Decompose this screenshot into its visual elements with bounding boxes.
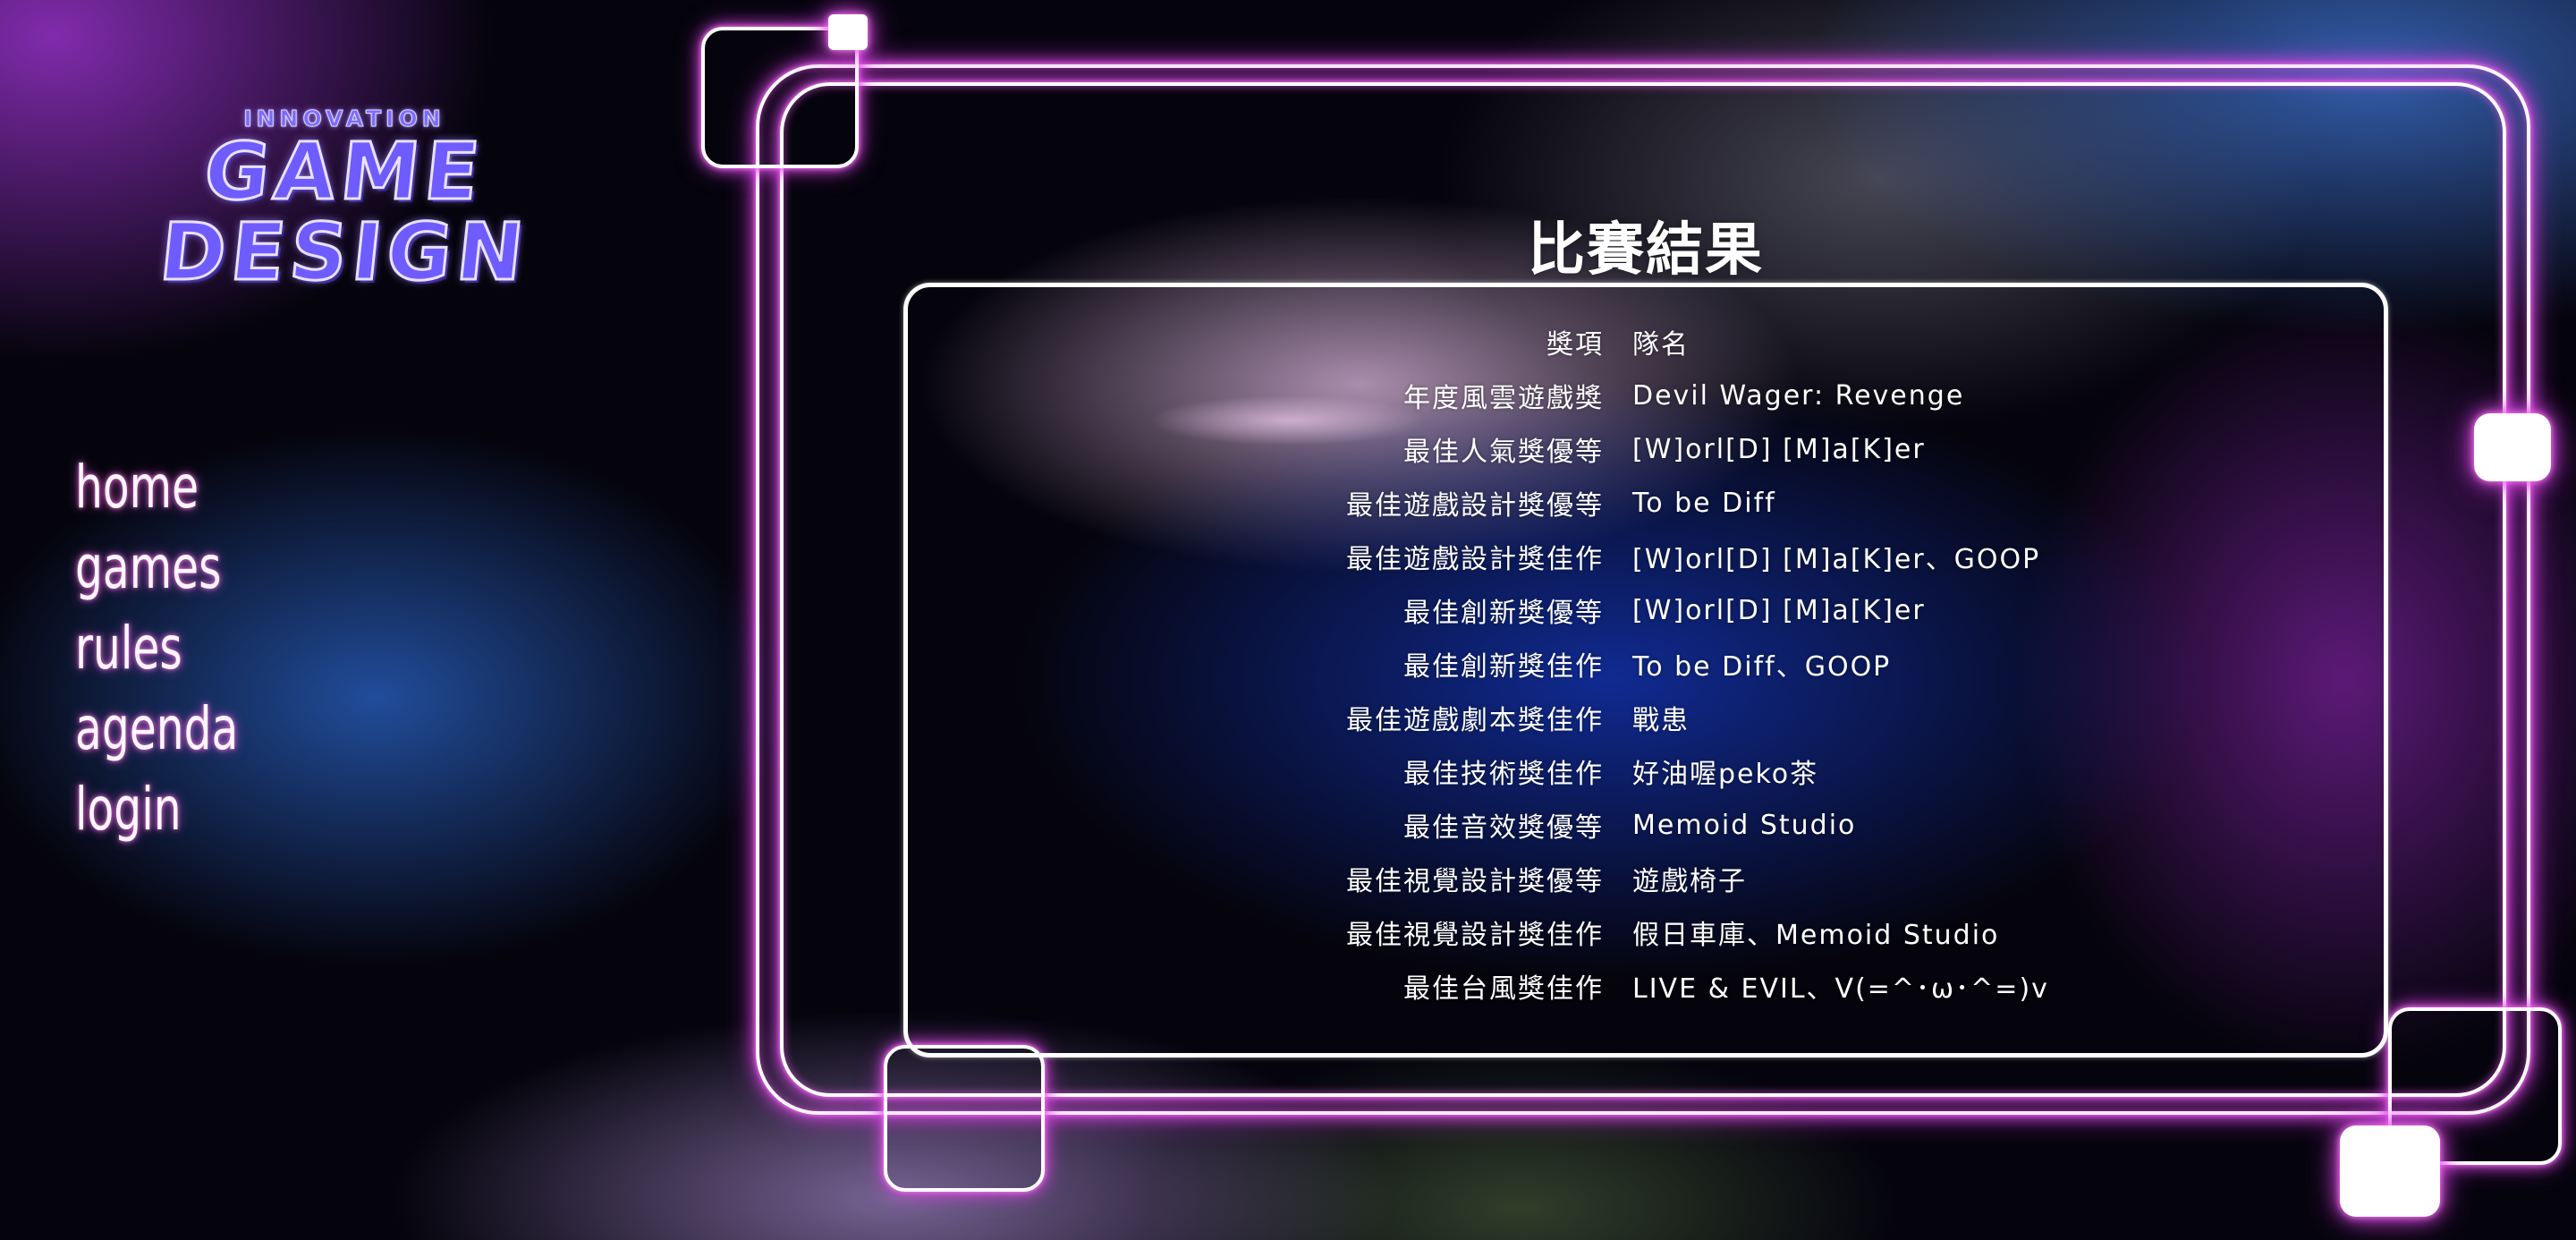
logo-game-text: GAME [199, 124, 490, 219]
award-cell: 最佳技術獎佳作 [1403, 759, 1604, 790]
table-row: 最佳音效獎優等 Memoid Studio [903, 798, 2388, 852]
table-row: 最佳人氣獎優等 [W]orl[D] [M]a[K]er [903, 422, 2388, 476]
award-cell: 最佳台風獎佳作 [1403, 973, 1604, 1005]
table-row: 最佳遊戲劇本獎佳作 戰患 [903, 691, 2388, 744]
award-cell: 年度風雲遊戲獎 [1403, 383, 1604, 414]
team-cell: 好油喔peko茶 [1632, 759, 1819, 790]
table-row: 最佳遊戲設計獎優等 To be Diff [903, 476, 2388, 530]
nav-home-link[interactable]: home [75, 447, 238, 528]
main-nav: home games rules agenda login [75, 447, 274, 850]
neon-node-right [2474, 413, 2551, 481]
table-row: 最佳創新獎優等 [W]orl[D] [M]a[K]er [903, 583, 2388, 637]
table-row: 最佳台風獎佳作 LIVE & EVIL、V(=^･ω･^=)v [903, 959, 2388, 1013]
award-cell: 最佳創新獎佳作 [1403, 651, 1604, 683]
team-cell: To be Diff [1632, 487, 1776, 519]
award-cell: 最佳遊戲設計獎優等 [1346, 490, 1604, 522]
nav-games-link[interactable]: games [75, 528, 238, 608]
award-cell: 最佳音效獎優等 [1403, 812, 1604, 844]
award-cell: 最佳遊戲設計獎佳作 [1346, 544, 1604, 575]
table-row: 最佳視覺設計獎佳作 假日車庫、Memoid Studio [903, 905, 2388, 959]
table-row: 最佳遊戲設計獎佳作 [W]orl[D] [M]a[K]er、GOOP [903, 530, 2388, 583]
page-title: 比賽結果 [1528, 217, 1764, 284]
award-cell: 最佳視覺設計獎佳作 [1346, 920, 1604, 951]
column-header-award: 獎項 [1546, 329, 1604, 361]
neon-square-bottom-left [884, 1045, 1045, 1192]
team-cell: Devil Wager: Revenge [1632, 379, 1965, 412]
nav-login-link[interactable]: login [75, 769, 238, 850]
table-row: 最佳技術獎佳作 好油喔peko茶 [903, 744, 2388, 798]
column-header-team: 隊名 [1632, 329, 1690, 361]
team-cell: [W]orl[D] [M]a[K]er、GOOP [1632, 544, 2041, 575]
team-cell: [W]orl[D] [M]a[K]er [1632, 594, 1926, 626]
award-cell: 最佳視覺設計獎優等 [1346, 866, 1604, 897]
team-cell: Memoid Studio [1632, 809, 1857, 841]
team-cell: 遊戲椅子 [1632, 866, 1747, 897]
game-design-logo[interactable]: INNOVATION GAME DESIGN [125, 106, 564, 311]
team-cell: [W]orl[D] [M]a[K]er [1632, 433, 1926, 465]
logo-design-text: DESIGN [155, 205, 535, 300]
team-cell: LIVE & EVIL、V(=^･ω･^=)v [1632, 973, 2049, 1005]
award-cell: 最佳創新獎優等 [1403, 598, 1604, 629]
team-cell: 戰患 [1632, 705, 1690, 736]
table-row: 最佳視覺設計獎優等 遊戲椅子 [903, 852, 2388, 905]
table-row: 年度風雲遊戲獎 Devil Wager: Revenge [903, 369, 2388, 422]
award-cell: 最佳人氣獎優等 [1403, 437, 1604, 468]
nav-agenda-link[interactable]: agenda [75, 689, 238, 769]
table-header-row: 獎項 隊名 [903, 315, 2388, 369]
award-cell: 最佳遊戲劇本獎佳作 [1346, 705, 1604, 736]
team-cell: 假日車庫、Memoid Studio [1632, 920, 2000, 951]
results-table: 獎項 隊名 年度風雲遊戲獎 Devil Wager: Revenge 最佳人氣獎… [903, 315, 2388, 1013]
neon-node-top-left [828, 14, 868, 50]
neon-node-bottom-right [2340, 1125, 2440, 1217]
team-cell: To be Diff、GOOP [1632, 651, 1892, 683]
table-row: 最佳創新獎佳作 To be Diff、GOOP [903, 637, 2388, 691]
nav-rules-link[interactable]: rules [75, 608, 238, 689]
